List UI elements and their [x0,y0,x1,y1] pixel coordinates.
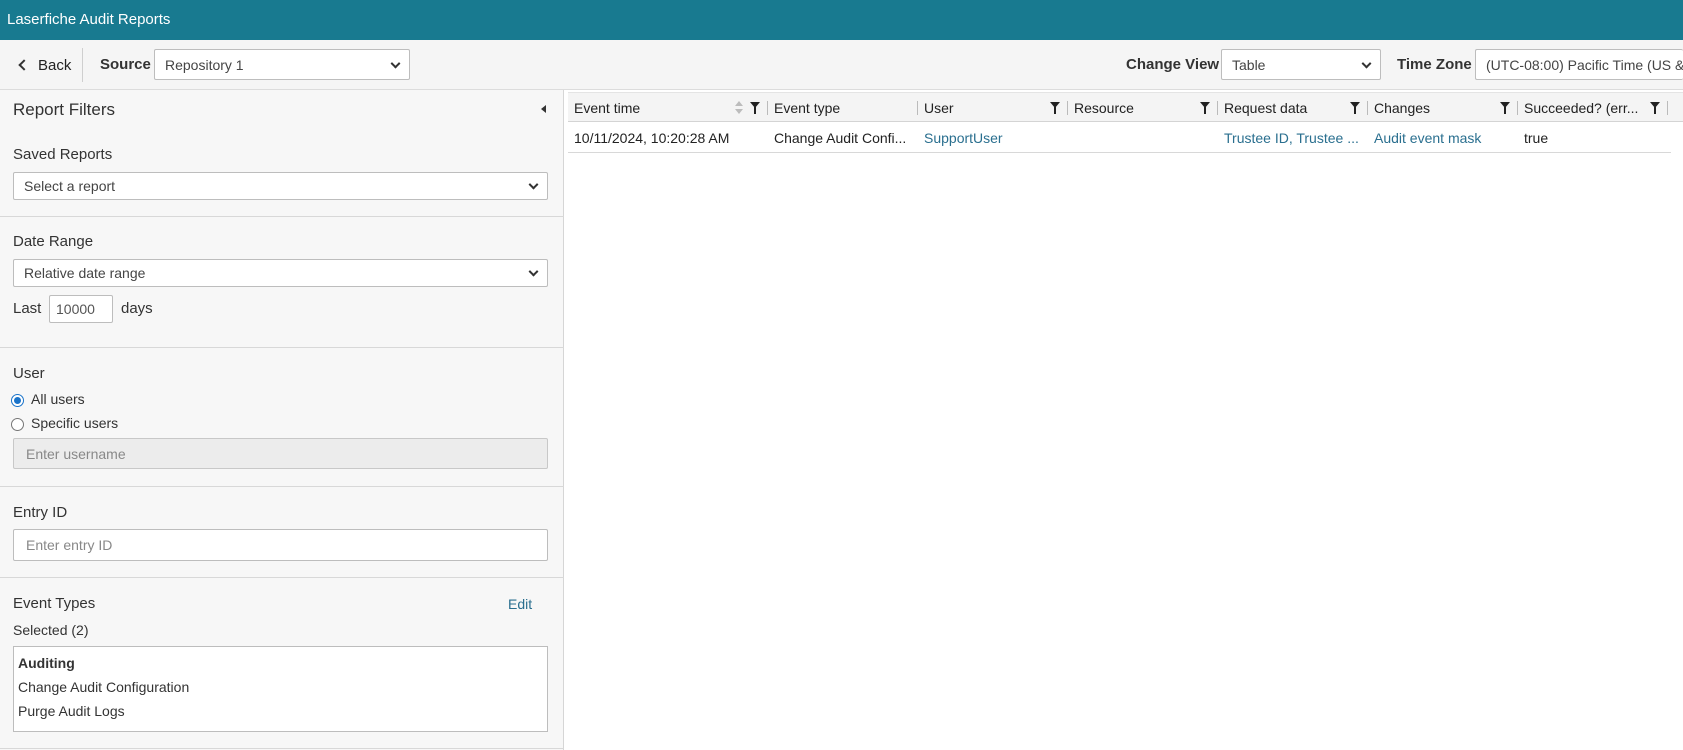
specific-users-radio[interactable] [11,418,24,431]
event-types-list: Auditing Change Audit Configuration Purg… [13,646,548,732]
column-label: Resource [1074,100,1134,116]
results-grid: Event time Event type User Resource Requ… [568,92,1683,750]
time-zone-value: (UTC-08:00) Pacific Time (US & [1486,56,1683,73]
filter-icon[interactable] [1350,102,1360,114]
change-view-label: Change View [1126,56,1220,73]
all-users-label: All users [31,391,85,407]
panel-title: Report Filters [13,100,116,119]
username-input[interactable] [13,438,548,469]
filter-icon[interactable] [1050,102,1060,114]
source-select[interactable]: Repository 1 [154,49,410,80]
specific-users-label: Specific users [31,415,119,431]
event-type-item: Change Audit Configuration [18,679,190,695]
change-view-value: Table [1232,56,1266,73]
cell-user-link[interactable]: SupportUser [924,130,1064,146]
date-range-value: Relative date range [24,265,146,281]
collapse-left-icon[interactable] [541,105,546,113]
event-types-selected-count: Selected (2) [13,622,89,638]
column-label: Event time [574,100,641,116]
event-type-item: Purge Audit Logs [18,703,125,719]
toolbar: Back Source Repository 1 Change View Tab… [0,40,1683,90]
days-input[interactable] [49,295,113,323]
source-select-value: Repository 1 [165,56,244,73]
column-label: Changes [1374,100,1431,116]
date-range-select[interactable]: Relative date range [13,259,548,287]
last-label: Last [13,300,42,317]
column-header-changes[interactable]: Changes [1368,93,1518,123]
column-label: Succeeded? (err... [1524,100,1639,116]
chevron-left-icon [18,59,30,71]
section-divider [0,347,564,348]
filter-icon[interactable] [750,102,760,114]
saved-reports-label: Saved Reports [13,146,113,163]
column-label: Event type [774,100,841,116]
back-button[interactable]: Back [16,54,71,76]
column-header-user[interactable]: User [918,93,1068,123]
saved-reports-value: Select a report [24,178,116,194]
column-header-succeeded[interactable]: Succeeded? (err... [1518,93,1668,123]
cell-succeeded: true [1524,130,1549,146]
grid-header: Event time Event type User Resource Requ… [568,92,1683,122]
user-label: User [13,365,45,382]
filter-icon[interactable] [1500,102,1510,114]
column-header-event-time[interactable]: Event time [568,93,768,123]
time-zone-select[interactable]: (UTC-08:00) Pacific Time (US & [1475,49,1683,80]
cell-changes-link[interactable]: Audit event mask [1374,130,1514,146]
chevron-down-icon [1361,58,1372,69]
section-divider [0,486,564,487]
section-divider [0,577,564,578]
back-label: Back [38,56,72,74]
chevron-down-icon [390,58,401,69]
column-header-request-data[interactable]: Request data [1218,93,1368,123]
entry-id-label: Entry ID [13,504,68,521]
event-type-group: Auditing [18,655,75,671]
app-title: Laserfiche Audit Reports [7,11,171,28]
column-label: User [924,100,954,116]
entry-id-input[interactable] [13,529,548,561]
days-label: days [121,300,153,317]
date-range-label: Date Range [13,233,94,250]
cell-event-type: Change Audit Confi... [774,130,907,146]
sort-icon[interactable] [735,101,743,115]
report-filters-panel: Report Filters Saved Reports Select a re… [0,90,564,750]
title-bar: Laserfiche Audit Reports [0,0,1683,40]
cell-request-data-link[interactable]: Trustee ID, Trustee ... [1224,130,1364,146]
column-separator [1667,101,1668,115]
section-divider [0,748,564,749]
chevron-down-icon [528,266,539,277]
event-types-label: Event Types [13,595,96,612]
column-header-event-type[interactable]: Event type [768,93,918,123]
table-row[interactable]: 10/11/2024, 10:20:28 AM Change Audit Con… [568,123,1671,153]
change-view-select[interactable]: Table [1221,49,1381,80]
source-label: Source [100,56,151,73]
toolbar-divider [82,48,83,82]
cell-event-time: 10/11/2024, 10:20:28 AM [574,130,730,146]
filter-icon[interactable] [1200,102,1210,114]
all-users-radio[interactable] [11,394,24,407]
saved-reports-select[interactable]: Select a report [13,172,548,200]
filter-icon[interactable] [1650,102,1660,114]
section-divider [0,216,564,217]
edit-event-types-link[interactable]: Edit [508,596,532,612]
column-label: Request data [1224,100,1308,116]
column-header-resource[interactable]: Resource [1068,93,1218,123]
time-zone-label: Time Zone [1397,56,1472,73]
chevron-down-icon [528,179,539,190]
